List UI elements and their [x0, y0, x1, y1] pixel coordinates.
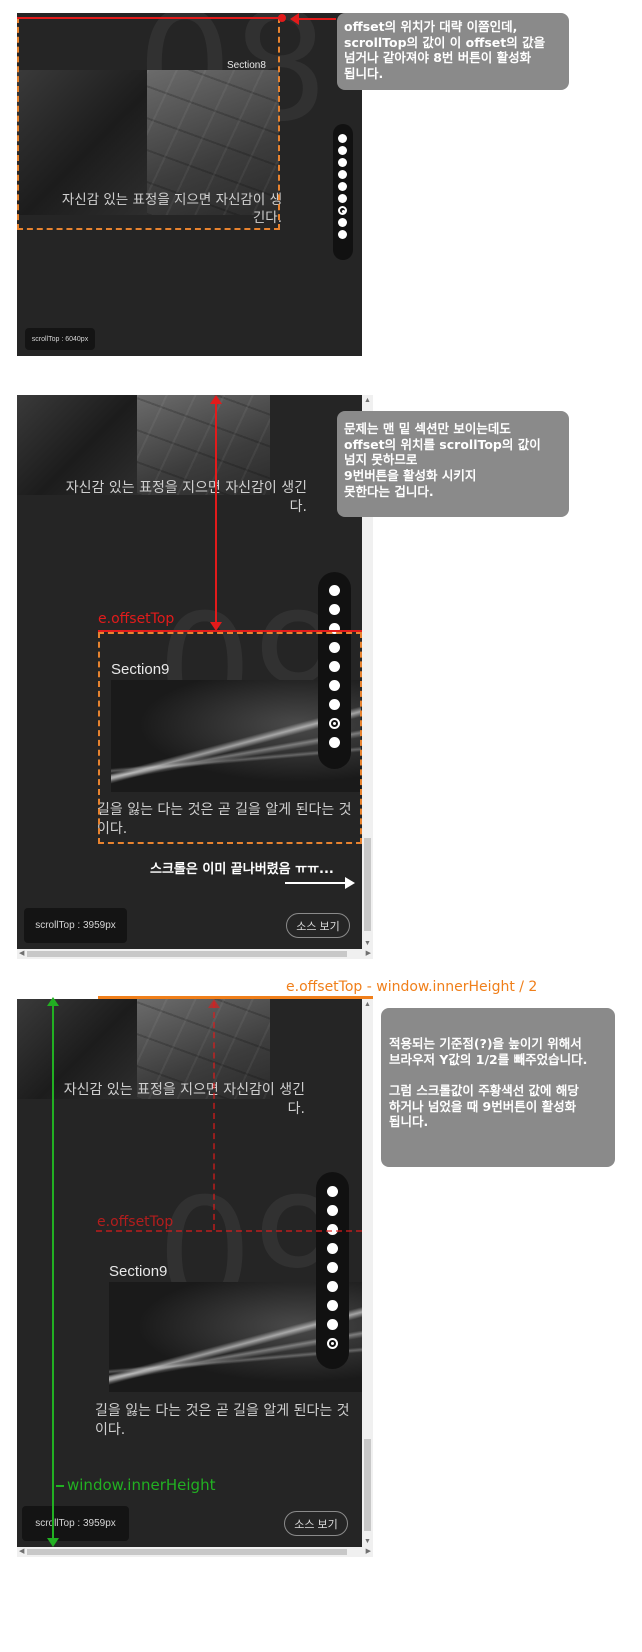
horizontal-scrollbar[interactable]: ◀ ▶ [17, 949, 373, 959]
nav-dot-5[interactable] [327, 1262, 338, 1273]
offset-region-outline [17, 17, 280, 230]
section-caption: 길을 잃는 다는 것은 곧 길을 알게 된다는 것이다. [95, 1403, 350, 1438]
arrow-head-up [210, 395, 222, 404]
offset-point-marker [278, 14, 286, 22]
pointer-arrow-line [296, 18, 336, 20]
nav-dot-2[interactable] [327, 1205, 338, 1216]
scroll-up-arrow[interactable]: ▲ [364, 1001, 371, 1008]
scroll-right-arrow[interactable]: ▶ [366, 950, 371, 957]
faded-offset-vertical-line [213, 1002, 215, 1230]
nav-dot-9[interactable] [327, 1338, 338, 1349]
note-solution-explanation: 적용되는 기준점(?)을 높이기 위해서 브라우저 Y값의 1/2를 빼주었습니… [381, 1008, 615, 1167]
scrollbar-thumb[interactable] [27, 951, 347, 957]
nav-dot-7[interactable] [327, 1300, 338, 1311]
scrolltop-badge: scrollTop : 3959px [22, 1506, 129, 1541]
scroll-up-arrow[interactable]: ▲ [364, 397, 371, 404]
inner-height-tick [56, 1485, 64, 1487]
scroll-left-arrow[interactable]: ◀ [19, 950, 24, 957]
nav-dot-6[interactable] [327, 1281, 338, 1292]
pointer-arrow-head [290, 13, 299, 25]
prev-section-caption: 자신감 있는 표정을 지으면 자신감이 생긴다. [63, 1082, 305, 1117]
nav-dot-1[interactable] [329, 585, 340, 596]
scroll-down-arrow[interactable]: ▼ [364, 940, 371, 947]
note-offset-explanation: offset의 위치가 대략 이쯤인데, scrollTop의 값이 이 off… [337, 13, 569, 90]
section-title: Section9 [109, 1263, 168, 1280]
horizontal-scrollbar[interactable]: ◀ ▶ [17, 1547, 373, 1557]
panel-section9-solution: 자신감 있는 표정을 지으면 자신감이 생긴다. 09 Section9 길을 … [17, 999, 362, 1547]
inner-height-label: window.innerHeight [67, 1476, 216, 1494]
arrow-head-right [345, 877, 355, 889]
arrow-line [285, 882, 347, 884]
nav-dot-2[interactable] [329, 604, 340, 615]
prev-section-caption: 자신감 있는 표정을 지으면 자신감이 생긴다. [65, 480, 307, 515]
nav-dot-1[interactable] [338, 134, 347, 143]
nav-dot-4[interactable] [327, 1243, 338, 1254]
formula-label: e.offsetTop - window.innerHeight / 2 [286, 979, 538, 995]
nav-dot-8[interactable] [338, 218, 347, 227]
nav-dot-1[interactable] [327, 1186, 338, 1197]
nav-dot-4[interactable] [338, 170, 347, 179]
nav-dot-9[interactable] [338, 230, 347, 239]
scrolltop-badge: scrollTop : 3959px [24, 908, 127, 943]
scrollbar-thumb[interactable] [364, 838, 371, 931]
offset-region-outline [98, 632, 362, 844]
scroll-right-arrow[interactable]: ▶ [366, 1548, 371, 1555]
scroll-down-arrow[interactable]: ▼ [364, 1538, 371, 1545]
vertical-scrollbar[interactable]: ▲ ▼ [362, 999, 373, 1547]
offset-top-line [17, 17, 282, 19]
nav-dot-5[interactable] [338, 182, 347, 191]
faded-arrow-head [208, 999, 220, 1008]
view-source-button[interactable]: 소스 보기 [284, 1511, 348, 1536]
scroll-finished-note: 스크롤은 이미 끝나버렸음 ㅠㅠ... [150, 862, 334, 877]
note-problem-explanation: 문제는 맨 밑 섹션만 보이는데도 offset의 위치를 scrollTop의… [337, 411, 569, 517]
nav-dot-2[interactable] [338, 146, 347, 155]
inner-height-line [52, 1003, 54, 1541]
faded-offset-line [96, 1230, 362, 1232]
view-source-button[interactable]: 소스 보기 [286, 913, 350, 938]
arrow-head-up-green [47, 997, 59, 1006]
nav-dot-8[interactable] [327, 1319, 338, 1330]
section-nav [333, 124, 353, 260]
nav-dot-3[interactable] [338, 158, 347, 167]
scrollbar-thumb[interactable] [364, 1439, 371, 1531]
nav-dot-6[interactable] [338, 194, 347, 203]
offset-top-label: e.offsetTop [98, 611, 175, 627]
offset-vertical-arrow [215, 398, 217, 626]
scroll-left-arrow[interactable]: ◀ [19, 1548, 24, 1555]
scrolltop-badge: scrollTop : 6040px [25, 328, 95, 350]
offset-top-label-faded: e.offsetTop [97, 1214, 174, 1230]
scrollbar-thumb[interactable] [27, 1549, 347, 1555]
section nav [316, 1172, 349, 1369]
nav-dot-7[interactable] [338, 206, 347, 215]
arrow-head-down-green [47, 1538, 59, 1547]
